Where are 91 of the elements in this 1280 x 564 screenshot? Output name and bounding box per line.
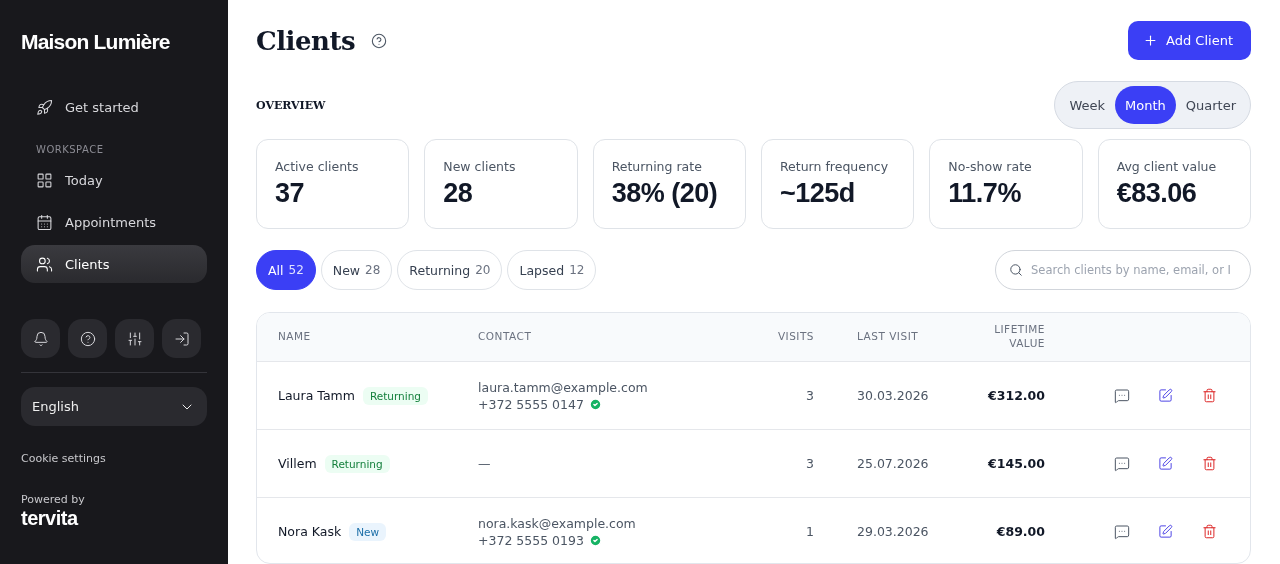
stat-value: 37 — [275, 178, 306, 209]
stat-label: Returning rate — [611, 159, 703, 174]
lifetime-value-cell-text: €312.00 — [987, 388, 1045, 403]
stat-label: Avg client value — [1116, 159, 1218, 174]
stat-value: 38% (20) — [611, 178, 719, 209]
message-button[interactable] — [1112, 522, 1131, 541]
stat-value: ~125d — [780, 178, 856, 209]
empty-contact: — — [478, 456, 492, 471]
rocket-icon — [36, 98, 53, 116]
column-header: LAST VISIT — [856, 330, 920, 344]
stat-label: New clients — [443, 159, 517, 174]
column-header: LIFETIME VALUE — [993, 323, 1045, 351]
client-name: Villem — [278, 456, 317, 471]
add-client-button[interactable]: Add Client — [1128, 21, 1251, 60]
trash-icon — [1202, 388, 1217, 403]
users-icon — [36, 255, 53, 273]
language-select[interactable]: English — [21, 387, 207, 426]
help-icon[interactable] — [371, 32, 388, 49]
stat-value: €83.06 — [1116, 178, 1198, 209]
brand-name: Maison Lumière — [21, 30, 171, 54]
period-option[interactable]: Quarter — [1175, 86, 1246, 124]
stat-label: No-show rate — [948, 159, 1033, 174]
plus-icon — [1143, 33, 1159, 48]
edit-icon — [1158, 524, 1173, 539]
nav-item[interactable]: Get started — [21, 88, 207, 126]
lifetime-value-cell-text: €145.00 — [987, 456, 1045, 471]
period-option[interactable]: Month — [1115, 86, 1176, 124]
grid-icon — [36, 171, 53, 189]
nav-item[interactable]: Appointments — [21, 203, 207, 241]
filter-chip[interactable]: Lapsed 12 — [507, 250, 597, 290]
column-header: VISITS — [776, 330, 814, 344]
stat-value: 11.7% — [948, 178, 1022, 209]
logout-button[interactable] — [162, 319, 201, 358]
client-phone: +372 5555 0147 — [478, 396, 584, 412]
trash-icon — [1202, 524, 1217, 539]
client-email: laura.tamm@example.com — [478, 379, 649, 395]
last-visit-cell-text: 30.03.2026 — [856, 388, 930, 403]
tervita-logo: tervita — [21, 507, 80, 530]
message-button[interactable] — [1112, 386, 1131, 405]
stat-label: Return frequency — [780, 159, 890, 174]
status-tag: Returning — [362, 386, 428, 405]
period-option[interactable]: Week — [1059, 86, 1115, 124]
message-button[interactable] — [1112, 454, 1131, 473]
help-button[interactable] — [68, 319, 107, 358]
client-email: nora.kask@example.com — [478, 515, 637, 531]
visits-cell-text: 1 — [805, 524, 814, 539]
nav-item[interactable]: Today — [21, 161, 207, 199]
visits-cell-text: 3 — [805, 456, 814, 471]
edit-button[interactable] — [1156, 454, 1175, 473]
section-heading: OVERVIEW — [256, 98, 326, 112]
edit-icon — [1158, 456, 1173, 471]
visits-cell-text: 3 — [805, 388, 814, 403]
delete-button[interactable] — [1200, 522, 1219, 541]
logout-icon — [173, 330, 190, 347]
edit-button[interactable] — [1156, 386, 1175, 405]
filter-chip[interactable]: All 52 — [256, 250, 316, 290]
search-icon — [1009, 263, 1023, 277]
search-field[interactable]: Search clients by name, email, or I — [995, 250, 1251, 290]
calendar-icon — [36, 213, 53, 231]
lifetime-value-cell-text: €89.00 — [995, 524, 1045, 539]
chat-icon — [1113, 455, 1130, 472]
column-header: CONTACT — [478, 330, 533, 344]
powered-by-label: Powered by — [21, 493, 86, 506]
stat-value: 28 — [443, 178, 474, 209]
delete-button[interactable] — [1200, 454, 1219, 473]
filter-chip[interactable]: Returning 20 — [397, 250, 503, 290]
chat-icon — [1113, 387, 1130, 404]
edit-icon — [1158, 388, 1173, 403]
notifications-button[interactable] — [21, 319, 60, 358]
nav-item[interactable]: Clients — [21, 245, 207, 283]
help-icon — [79, 330, 96, 347]
trash-icon — [1202, 456, 1217, 471]
edit-button[interactable] — [1156, 522, 1175, 541]
client-phone: +372 5555 0193 — [478, 532, 584, 548]
sliders-icon — [126, 330, 143, 347]
client-name: Nora Kask — [278, 524, 342, 539]
column-header: NAME — [278, 330, 312, 344]
filter-chip[interactable]: New 28 — [320, 250, 393, 290]
status-tag: New — [349, 522, 387, 541]
chat-icon — [1113, 523, 1130, 540]
settings-button[interactable] — [115, 319, 154, 358]
delete-button[interactable] — [1200, 386, 1219, 405]
last-visit-cell-text: 29.03.2026 — [856, 524, 930, 539]
last-visit-cell-text: 25.07.2026 — [856, 456, 930, 471]
page-title: Clients — [256, 25, 356, 56]
section-label: WORKSPACE — [35, 144, 105, 155]
client-name: Laura Tamm — [278, 388, 355, 403]
stat-label: Active clients — [275, 159, 360, 174]
status-tag: Returning — [324, 454, 390, 473]
bell-icon — [32, 330, 49, 347]
cookie-settings-link[interactable]: Cookie settings — [21, 452, 207, 465]
